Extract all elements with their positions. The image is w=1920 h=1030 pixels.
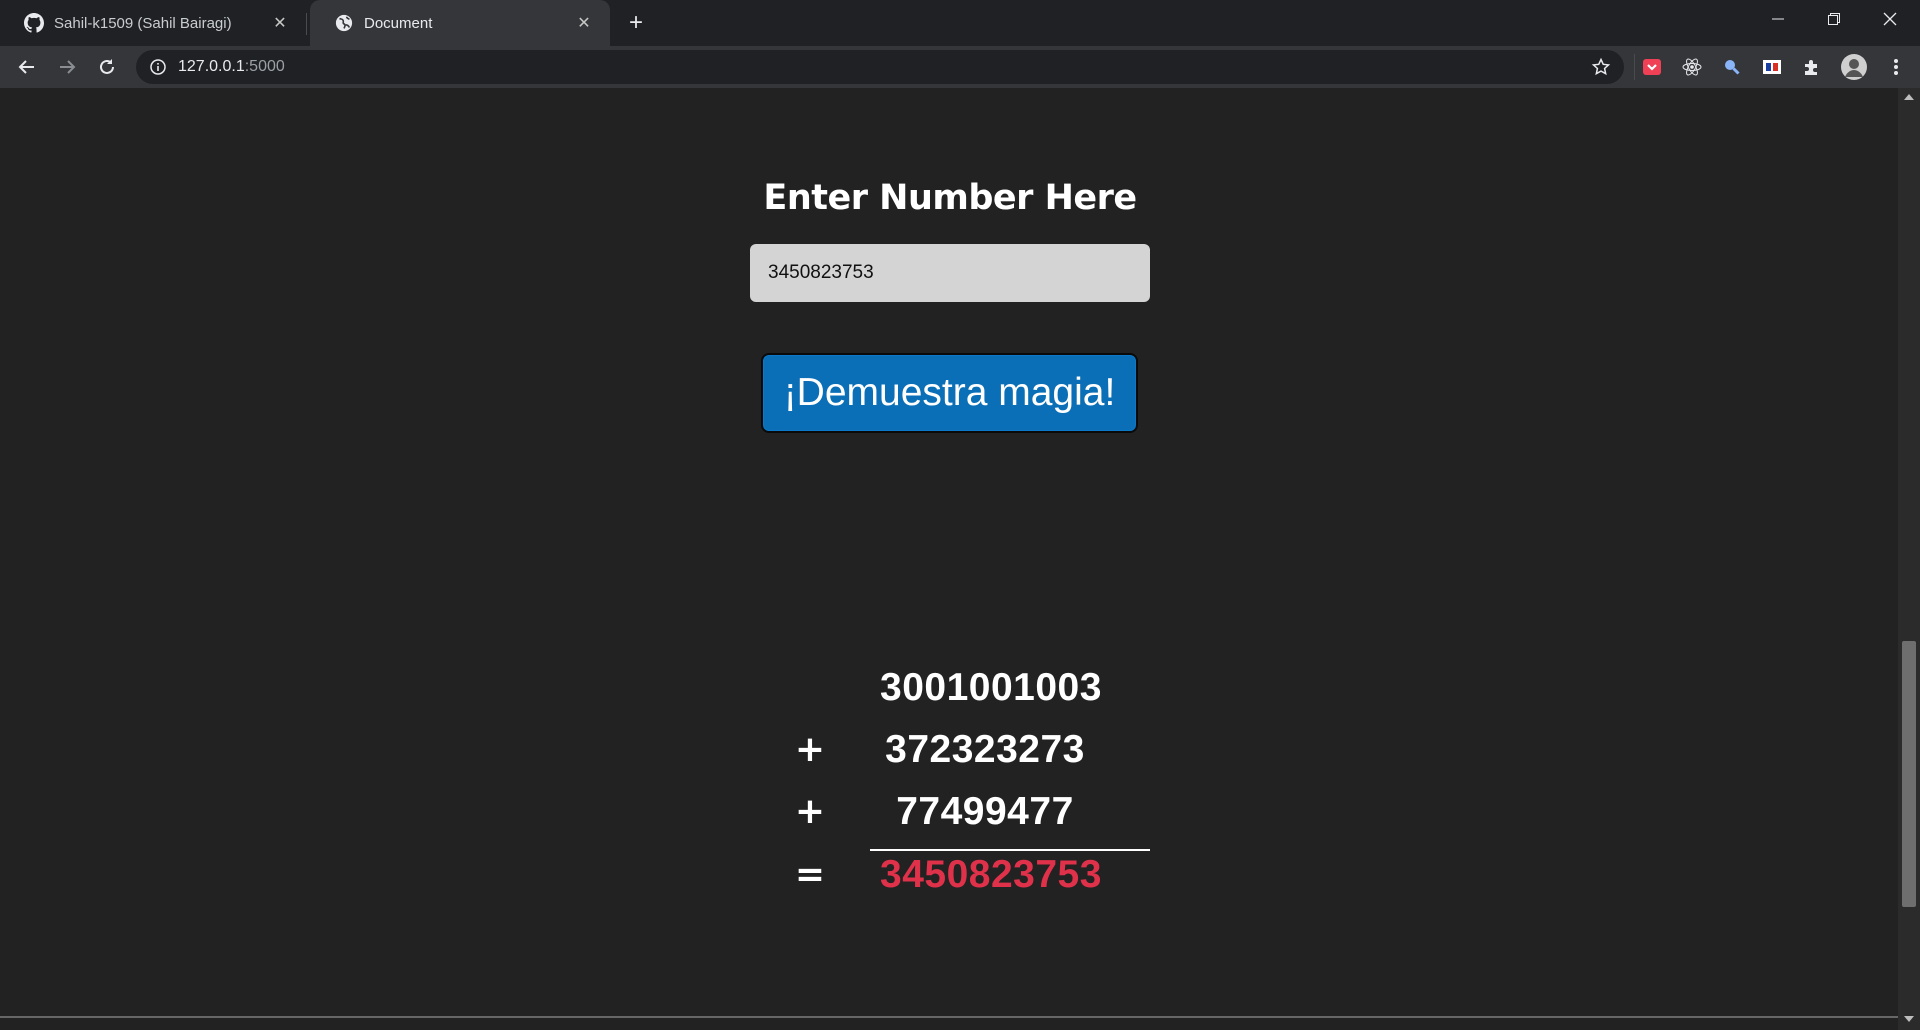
tab-strip: Sahil-k1509 (Sahil Bairagi) ✕ Document ✕… [0, 0, 1920, 46]
restore-icon[interactable] [1806, 0, 1862, 38]
page-bottom-border [0, 1016, 1898, 1018]
url-port: :5000 [244, 58, 285, 75]
forward-arrow-icon[interactable] [51, 51, 83, 83]
sum-row: + 372323273 [780, 720, 1150, 780]
flag-extension-icon[interactable] [1760, 55, 1784, 79]
tab-document[interactable]: Document ✕ [310, 0, 610, 46]
browser-toolbar: 127.0.0.1:5000 [0, 46, 1920, 88]
url-host: 127.0.0.1 [178, 58, 245, 75]
menu-kebab-icon[interactable] [1884, 55, 1908, 79]
sum-addend: 77499477 [896, 790, 1074, 833]
tab-separator [306, 13, 307, 35]
pocket-extension-icon[interactable] [1640, 55, 1664, 79]
react-devtools-icon[interactable] [1680, 55, 1704, 79]
plus-operator: + [794, 791, 826, 832]
extensions-puzzle-icon[interactable] [1800, 55, 1824, 79]
bookmark-star-icon[interactable] [1590, 56, 1612, 78]
number-input[interactable] [750, 244, 1150, 302]
close-window-icon[interactable] [1862, 0, 1918, 38]
sum-addend: 372323273 [885, 728, 1085, 771]
sum-result-row: = 3450823753 [780, 845, 1150, 905]
plus-operator: + [794, 729, 826, 770]
sum-result: 3450823753 [880, 853, 1102, 896]
back-arrow-icon[interactable] [11, 51, 43, 83]
close-tab-icon[interactable]: ✕ [268, 11, 292, 35]
equals-operator: = [794, 854, 826, 895]
scroll-up-arrow-icon[interactable] [1904, 94, 1914, 100]
new-tab-icon[interactable]: + [622, 9, 650, 37]
sum-addend: 3001001003 [880, 666, 1102, 709]
globe-icon [334, 13, 354, 33]
scroll-down-arrow-icon[interactable] [1904, 1016, 1914, 1022]
site-info-icon[interactable] [148, 57, 168, 77]
address-bar[interactable]: 127.0.0.1:5000 [136, 50, 1624, 84]
tab-github[interactable]: Sahil-k1509 (Sahil Bairagi) ✕ [0, 0, 306, 46]
github-icon [24, 13, 44, 33]
tab-title: Sahil-k1509 (Sahil Bairagi) [54, 14, 232, 32]
sum-row: 3001001003 [780, 658, 1150, 718]
toolbar-divider [1634, 54, 1635, 80]
reload-icon[interactable] [91, 51, 123, 83]
close-tab-icon[interactable]: ✕ [572, 11, 596, 35]
minimize-icon[interactable] [1750, 0, 1806, 38]
scrollbar-thumb[interactable] [1902, 641, 1916, 907]
show-magic-button[interactable]: ¡Demuestra magia! [761, 353, 1138, 433]
page-heading: Enter Number Here [763, 178, 1137, 218]
vertical-scrollbar[interactable] [1898, 88, 1920, 1030]
profile-avatar-icon[interactable] [1840, 53, 1868, 81]
search-extension-icon[interactable] [1720, 55, 1744, 79]
sum-row: + 77499477 [780, 782, 1150, 842]
tab-title: Document [364, 14, 433, 32]
